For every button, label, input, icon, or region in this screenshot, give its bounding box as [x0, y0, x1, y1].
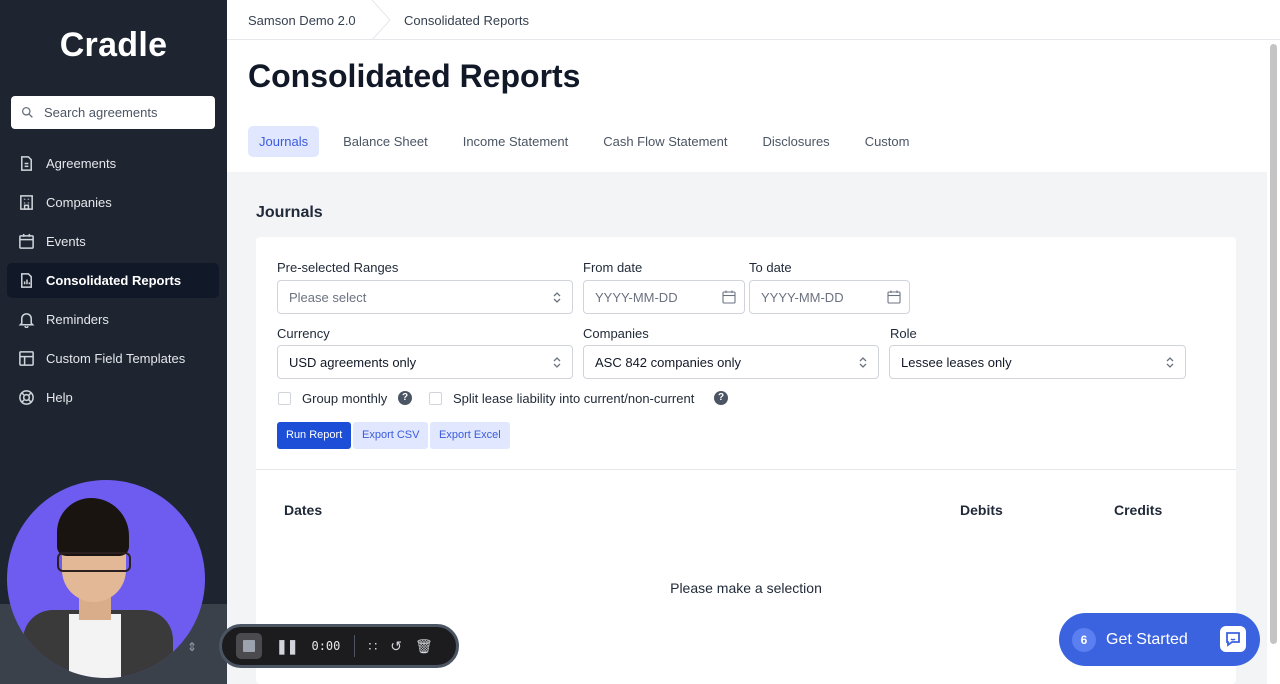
- sidebar-nav: Agreements Companies Events Consolidated…: [7, 146, 219, 419]
- divider: [256, 469, 1236, 470]
- pause-icon[interactable]: ❚❚: [276, 638, 298, 655]
- breadcrumb: Samson Demo 2.0 Consolidated Reports: [227, 0, 1280, 40]
- role-select[interactable]: Lessee leases only: [889, 345, 1186, 379]
- sidebar-item-label: Help: [46, 390, 73, 405]
- page-title: Consolidated Reports: [248, 58, 581, 94]
- chevron-updown-icon: [553, 292, 561, 303]
- search-input[interactable]: [44, 105, 204, 120]
- tab-custom[interactable]: Custom: [854, 126, 921, 157]
- scrollbar[interactable]: [1267, 40, 1280, 684]
- template-icon: [17, 350, 35, 368]
- building-icon: [17, 194, 35, 212]
- preselected-ranges-label: Pre-selected Ranges: [277, 260, 399, 275]
- sidebar-item-events[interactable]: Events: [7, 224, 219, 259]
- to-date-placeholder: YYYY-MM-DD: [761, 289, 844, 305]
- get-started-label: Get Started: [1106, 630, 1188, 648]
- sidebar-item-label: Events: [46, 234, 86, 249]
- chevron-updown-icon: [553, 357, 561, 368]
- companies-value: ASC 842 companies only: [595, 354, 741, 370]
- page-header: Consolidated Reports Journals Balance Sh…: [227, 40, 1267, 172]
- divider: [354, 635, 356, 657]
- calendar-icon: [17, 233, 35, 251]
- chevron-updown-icon: ⇕: [186, 640, 197, 654]
- chevron-updown-icon: [859, 357, 867, 368]
- chevron-updown-icon: [1166, 357, 1174, 368]
- split-liability-label: Split lease liability into current/non-c…: [453, 391, 695, 406]
- sidebar-item-agreements[interactable]: Agreements: [7, 146, 219, 181]
- webcam-figure: [57, 552, 131, 572]
- calendar-icon[interactable]: [887, 290, 901, 304]
- restart-icon[interactable]: ↺: [390, 638, 402, 655]
- webcam-figure: [57, 498, 129, 556]
- lifebuoy-icon: [17, 389, 35, 407]
- chat-icon: [1220, 626, 1246, 652]
- from-date-label: From date: [583, 260, 643, 275]
- column-header-credits: Credits: [1114, 502, 1163, 518]
- from-date-placeholder: YYYY-MM-DD: [595, 289, 678, 305]
- webcam-overlay[interactable]: [7, 480, 205, 678]
- currency-label: Currency: [277, 326, 330, 341]
- report-tabs: Journals Balance Sheet Income Statement …: [248, 126, 933, 157]
- breadcrumb-current: Consolidated Reports: [404, 13, 530, 28]
- scrollbar-thumb[interactable]: [1270, 44, 1277, 644]
- sidebar-item-companies[interactable]: Companies: [7, 185, 219, 220]
- preselected-ranges-value: Please select: [289, 289, 367, 305]
- bell-icon: [17, 311, 35, 329]
- help-icon[interactable]: ?: [714, 391, 728, 405]
- export-csv-button[interactable]: Export CSV: [353, 422, 429, 449]
- companies-select[interactable]: ASC 842 companies only: [583, 345, 879, 379]
- tab-balance-sheet[interactable]: Balance Sheet: [332, 126, 439, 157]
- run-report-button[interactable]: Run Report: [277, 422, 352, 449]
- sidebar-item-reminders[interactable]: Reminders: [7, 302, 219, 337]
- sidebar-item-label: Custom Field Templates: [46, 351, 186, 366]
- sidebar-item-label: Companies: [46, 195, 112, 210]
- group-monthly-label: Group monthly: [302, 391, 388, 406]
- recording-timer: 0:00: [311, 639, 341, 653]
- split-liability-checkbox[interactable]: [429, 392, 442, 405]
- sidebar-item-label: Reminders: [46, 312, 109, 327]
- report-icon: [17, 272, 35, 290]
- column-header-dates: Dates: [284, 502, 323, 518]
- role-label: Role: [890, 326, 917, 341]
- grid-icon[interactable]: ∷: [368, 638, 377, 655]
- sidebar-item-label: Consolidated Reports: [46, 273, 182, 288]
- help-icon[interactable]: ?: [398, 391, 412, 405]
- document-icon: [17, 155, 35, 173]
- currency-value: USD agreements only: [289, 354, 417, 370]
- webcam-figure: [69, 614, 121, 678]
- sidebar-item-help[interactable]: Help: [7, 380, 219, 415]
- recording-toolbar: ❚❚ 0:00 ∷ ↺ 🗑: [219, 624, 459, 668]
- search-box[interactable]: [11, 96, 215, 129]
- stop-recording-button[interactable]: [236, 633, 262, 659]
- export-excel-button[interactable]: Export Excel: [430, 422, 510, 449]
- stop-icon: [243, 640, 255, 652]
- get-started-button[interactable]: 6 Get Started: [1059, 613, 1260, 666]
- sidebar-item-label: Agreements: [46, 156, 117, 171]
- companies-label: Companies: [583, 326, 649, 341]
- sidebar-item-custom-field-templates[interactable]: Custom Field Templates: [7, 341, 219, 376]
- get-started-count-badge: 6: [1072, 627, 1096, 652]
- currency-select[interactable]: USD agreements only: [277, 345, 573, 379]
- tab-income-statement[interactable]: Income Statement: [452, 126, 580, 157]
- search-icon: [21, 106, 33, 118]
- preselected-ranges-select[interactable]: Please select: [277, 280, 573, 314]
- breadcrumb-separator-icon: [371, 0, 391, 40]
- column-header-debits: Debits: [960, 502, 1003, 518]
- empty-state-message: Please make a selection: [670, 580, 822, 596]
- tab-journals[interactable]: Journals: [248, 126, 320, 157]
- tab-disclosures[interactable]: Disclosures: [752, 126, 841, 157]
- calendar-icon[interactable]: [722, 290, 736, 304]
- sidebar-item-consolidated-reports[interactable]: Consolidated Reports: [7, 263, 219, 298]
- breadcrumb-workspace[interactable]: Samson Demo 2.0: [248, 13, 356, 28]
- role-value: Lessee leases only: [901, 354, 1012, 370]
- to-date-label: To date: [749, 260, 792, 275]
- group-monthly-checkbox[interactable]: [278, 392, 291, 405]
- tab-cash-flow-statement[interactable]: Cash Flow Statement: [592, 126, 738, 157]
- section-title: Journals: [256, 204, 323, 221]
- from-date-field[interactable]: YYYY-MM-DD: [583, 280, 745, 314]
- trash-icon[interactable]: 🗑: [415, 638, 433, 655]
- app-logo[interactable]: Cradle: [0, 26, 227, 65]
- to-date-field[interactable]: YYYY-MM-DD: [749, 280, 910, 314]
